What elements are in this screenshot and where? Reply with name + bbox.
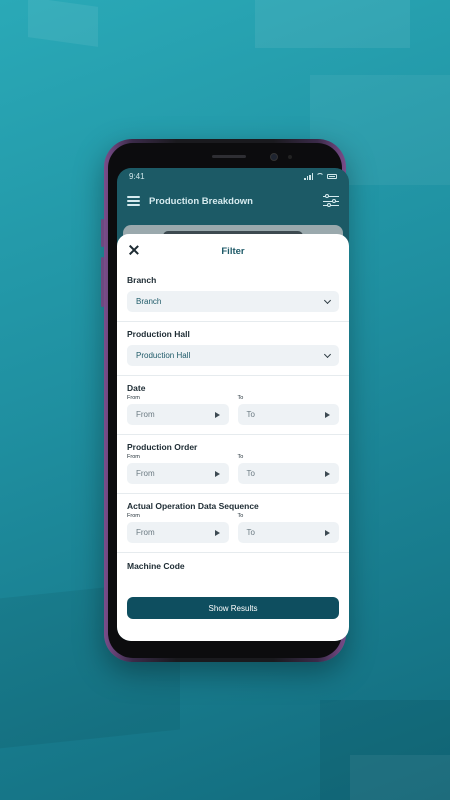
caret-right-icon xyxy=(325,470,330,477)
caret-right-icon xyxy=(214,470,220,477)
background-shape xyxy=(350,755,450,800)
filter-settings-icon[interactable] xyxy=(323,194,339,208)
caret-right-icon xyxy=(325,411,330,418)
date-to-placeholder: To xyxy=(246,410,255,419)
operation-sequence-label: Actual Operation Data Sequence xyxy=(127,501,259,511)
machine-code-section: Machine Code xyxy=(117,553,349,571)
caret-right-icon xyxy=(325,529,330,536)
date-from-placeholder: From xyxy=(136,410,155,419)
date-to-field[interactable]: To xyxy=(237,404,339,425)
status-bar: 9:41 xyxy=(117,168,349,184)
operation-sequence-to-field[interactable]: To xyxy=(237,522,339,543)
production-order-to-field[interactable]: To xyxy=(237,463,339,484)
sheet-title: Filter xyxy=(221,245,245,257)
caret-right-icon xyxy=(214,411,220,418)
date-to-caption: To xyxy=(237,395,244,401)
production-order-from-placeholder: From xyxy=(136,469,155,478)
production-hall-label: Production Hall xyxy=(127,329,190,339)
close-icon[interactable] xyxy=(129,245,139,255)
operation-sequence-from-field[interactable]: From xyxy=(127,522,229,543)
phone-volume-button xyxy=(101,257,104,307)
production-order-label: Production Order xyxy=(127,442,198,452)
app-bar-title: Production Breakdown xyxy=(149,195,253,207)
operation-sequence-from-placeholder: From xyxy=(136,528,155,537)
app-bar: Production Breakdown xyxy=(117,184,349,218)
date-from-field[interactable]: From xyxy=(127,404,229,425)
caret-right-icon xyxy=(214,529,220,536)
phone-bezel: 9:41 Production Breakdown Filter Branch … xyxy=(108,143,349,658)
chevron-down-icon xyxy=(323,296,332,304)
production-order-from-caption: From xyxy=(127,454,140,460)
background-shape xyxy=(255,0,410,48)
show-results-button[interactable]: Show Results xyxy=(127,597,339,619)
phone-sensor xyxy=(288,155,292,159)
chevron-down-icon xyxy=(323,350,332,358)
branch-value: Branch xyxy=(136,297,162,306)
signal-icon xyxy=(304,172,313,180)
date-label: Date xyxy=(127,383,146,393)
front-camera xyxy=(270,153,278,161)
status-icons xyxy=(304,172,337,180)
date-section: Date From From To To xyxy=(117,376,349,435)
background-shape xyxy=(28,0,98,47)
phone-frame: 9:41 Production Breakdown Filter Branch … xyxy=(101,139,349,662)
production-hall-section: Production Hall Production Hall xyxy=(117,322,349,376)
menu-icon[interactable] xyxy=(127,196,140,206)
production-order-to-placeholder: To xyxy=(246,469,255,478)
branch-section: Branch Branch xyxy=(117,268,349,322)
phone-screen: 9:41 Production Breakdown Filter Branch … xyxy=(117,168,349,641)
machine-code-label: Machine Code xyxy=(127,561,185,571)
production-hall-dropdown[interactable]: Production Hall xyxy=(127,345,339,366)
operation-sequence-to-caption: To xyxy=(237,513,244,519)
production-order-section: Production Order From From To To xyxy=(117,435,349,494)
wifi-icon xyxy=(316,173,324,179)
phone-volume-button xyxy=(101,219,104,247)
phone-speaker xyxy=(212,155,246,158)
operation-sequence-from-caption: From xyxy=(127,513,140,519)
operation-sequence-to-placeholder: To xyxy=(246,528,255,537)
production-hall-value: Production Hall xyxy=(136,351,191,360)
branch-label: Branch xyxy=(127,275,157,285)
filter-sheet: Filter Branch Branch Production Hall Pro… xyxy=(117,234,349,641)
operation-sequence-section: Actual Operation Data Sequence From From… xyxy=(117,494,349,553)
date-from-caption: From xyxy=(127,395,140,401)
battery-icon xyxy=(327,173,337,179)
branch-dropdown[interactable]: Branch xyxy=(127,291,339,312)
production-order-from-field[interactable]: From xyxy=(127,463,229,484)
status-time: 9:41 xyxy=(129,171,145,181)
production-order-to-caption: To xyxy=(237,454,244,460)
sheet-header: Filter xyxy=(117,234,349,268)
